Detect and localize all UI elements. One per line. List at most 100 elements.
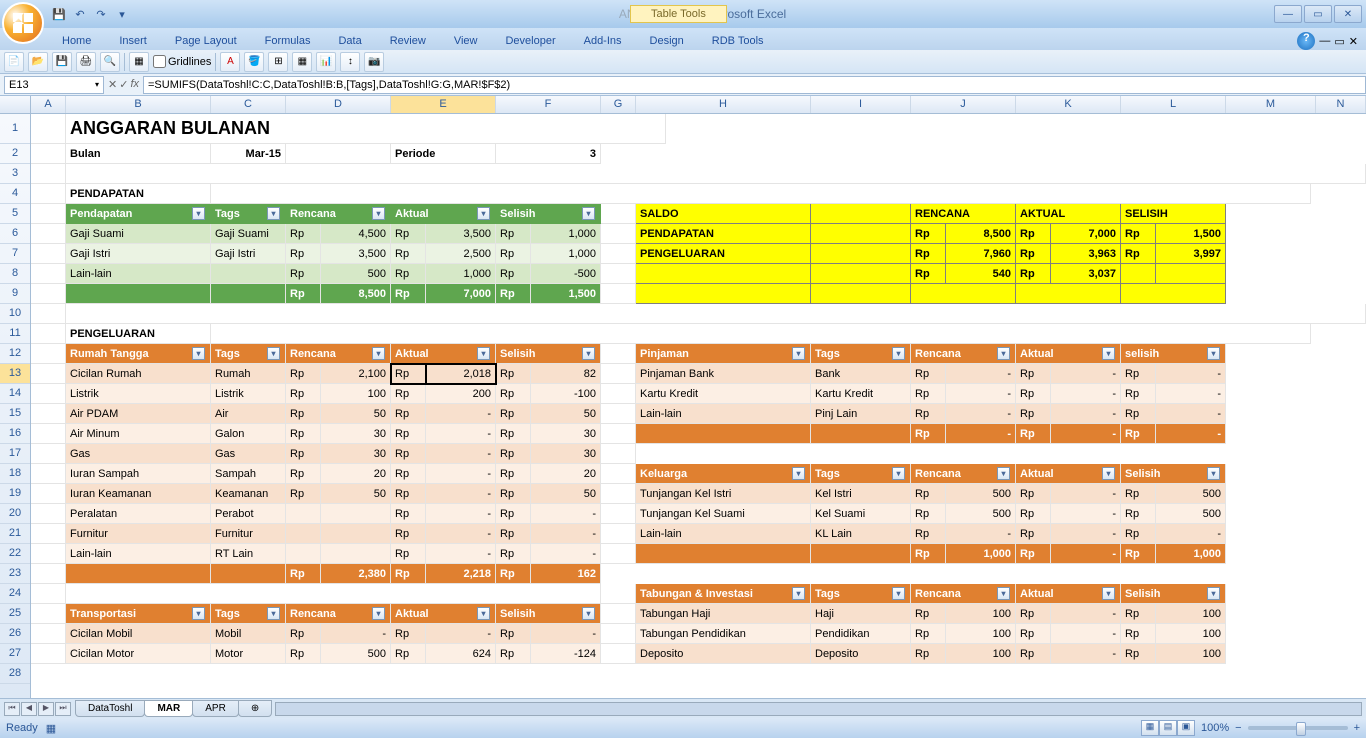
cell[interactable]: 30 [531, 444, 601, 464]
col-header[interactable]: G [601, 96, 636, 113]
cell[interactable]: Bulan [66, 144, 211, 164]
cell[interactable] [31, 564, 66, 584]
cell[interactable]: Rp [1016, 484, 1051, 504]
cell[interactable]: Rp [391, 224, 426, 244]
cell[interactable]: Rp [911, 484, 946, 504]
cell[interactable]: - [946, 404, 1016, 424]
zoom-out-icon[interactable]: − [1235, 722, 1241, 734]
cell[interactable]: - [1051, 404, 1121, 424]
cell[interactable]: Rp [391, 504, 426, 524]
cell[interactable]: Rp [286, 284, 321, 304]
cell[interactable]: Rp [286, 224, 321, 244]
cell[interactable] [636, 544, 811, 564]
cell[interactable] [601, 624, 636, 644]
filter-dropdown-icon[interactable] [267, 207, 280, 220]
cell[interactable]: Rp [1016, 404, 1051, 424]
cell[interactable]: - [1051, 504, 1121, 524]
row-header[interactable]: 23 [0, 564, 30, 584]
cell[interactable]: Rp [911, 264, 946, 284]
cell[interactable]: - [426, 444, 496, 464]
cell[interactable]: Rencana [286, 204, 391, 224]
row-header[interactable]: 22 [0, 544, 30, 564]
cell[interactable]: Tabungan Pendidikan [636, 624, 811, 644]
row-header[interactable]: 1 [0, 114, 30, 144]
macro-icon[interactable]: ▦ [46, 722, 56, 735]
sheet-tab[interactable]: MAR [144, 700, 193, 717]
cell[interactable]: Rp [391, 264, 426, 284]
cell[interactable]: 100 [1156, 604, 1226, 624]
mdi-min-icon[interactable]: — [1319, 35, 1330, 47]
view-break-icon[interactable]: ▣ [1177, 720, 1195, 736]
cell[interactable]: Rencana [286, 344, 391, 364]
tab-view[interactable]: View [440, 32, 492, 50]
cell[interactable]: - [426, 424, 496, 444]
cell[interactable]: Rp [391, 444, 426, 464]
cell[interactable] [811, 284, 911, 304]
cell[interactable]: - [531, 504, 601, 524]
cell[interactable] [601, 464, 636, 484]
filter-dropdown-icon[interactable] [892, 467, 905, 480]
row-header[interactable]: 5 [0, 204, 30, 224]
cell[interactable]: 3,500 [321, 244, 391, 264]
cell[interactable]: Rp [391, 424, 426, 444]
col-header[interactable]: A [31, 96, 66, 113]
cell[interactable]: Cicilan Rumah [66, 364, 211, 384]
filter-dropdown-icon[interactable] [477, 607, 490, 620]
cell[interactable]: Bank [811, 364, 911, 384]
cell[interactable]: - [1156, 404, 1226, 424]
cell[interactable]: Gas [66, 444, 211, 464]
cell[interactable]: Rp [496, 644, 531, 664]
cell[interactable]: Rp [1016, 244, 1051, 264]
cell[interactable]: Rp [1016, 364, 1051, 384]
row-header[interactable]: 25 [0, 604, 30, 624]
filter-dropdown-icon[interactable] [997, 587, 1010, 600]
cell[interactable]: Rp [1121, 404, 1156, 424]
view-layout-icon[interactable]: ▤ [1159, 720, 1177, 736]
col-header[interactable]: F [496, 96, 601, 113]
mdi-close-icon[interactable]: ✕ [1349, 35, 1358, 48]
cell[interactable] [31, 264, 66, 284]
cell[interactable]: - [426, 524, 496, 544]
cell[interactable]: Rencana [911, 464, 1016, 484]
cell[interactable] [31, 644, 66, 664]
cell[interactable]: - [946, 424, 1016, 444]
cell[interactable] [811, 244, 911, 264]
row-header[interactable]: 12 [0, 344, 30, 364]
cell[interactable] [211, 264, 286, 284]
row-header[interactable]: 4 [0, 184, 30, 204]
cell[interactable]: Rp [286, 564, 321, 584]
tab-formulas[interactable]: Formulas [251, 32, 325, 50]
cell[interactable]: 7,960 [946, 244, 1016, 264]
cell[interactable]: 500 [946, 504, 1016, 524]
cell[interactable] [31, 344, 66, 364]
cell[interactable]: 20 [321, 464, 391, 484]
tab-developer[interactable]: Developer [491, 32, 569, 50]
cell[interactable]: Rp [496, 364, 531, 384]
cell[interactable]: Rp [391, 284, 426, 304]
cell[interactable]: Rp [1016, 644, 1051, 664]
cell[interactable]: Air PDAM [66, 404, 211, 424]
tab-addins[interactable]: Add-Ins [570, 32, 636, 50]
tab-last-icon[interactable]: ⏭ [55, 702, 71, 716]
cell[interactable] [31, 524, 66, 544]
cell[interactable]: Rp [496, 544, 531, 564]
cell[interactable] [601, 204, 636, 224]
tab-design[interactable]: Design [636, 32, 698, 50]
sort-icon[interactable]: ↕ [340, 52, 360, 72]
undo-icon[interactable]: ↶ [71, 5, 89, 23]
cell[interactable]: Rp [1016, 544, 1051, 564]
cell[interactable]: Periode [391, 144, 496, 164]
cell[interactable]: 30 [531, 424, 601, 444]
cell[interactable] [66, 284, 211, 304]
sheet-tab[interactable]: DataToshl [75, 700, 145, 717]
cell[interactable]: Rp [1016, 524, 1051, 544]
cell[interactable]: Rp [1016, 384, 1051, 404]
cell[interactable]: 500 [1156, 484, 1226, 504]
cell[interactable] [31, 244, 66, 264]
col-header[interactable]: M [1226, 96, 1316, 113]
horizontal-scrollbar[interactable] [275, 702, 1362, 716]
cell[interactable] [31, 144, 66, 164]
cell[interactable] [601, 224, 636, 244]
tab-home[interactable]: Home [48, 32, 105, 50]
cell[interactable]: Rp [1016, 224, 1051, 244]
